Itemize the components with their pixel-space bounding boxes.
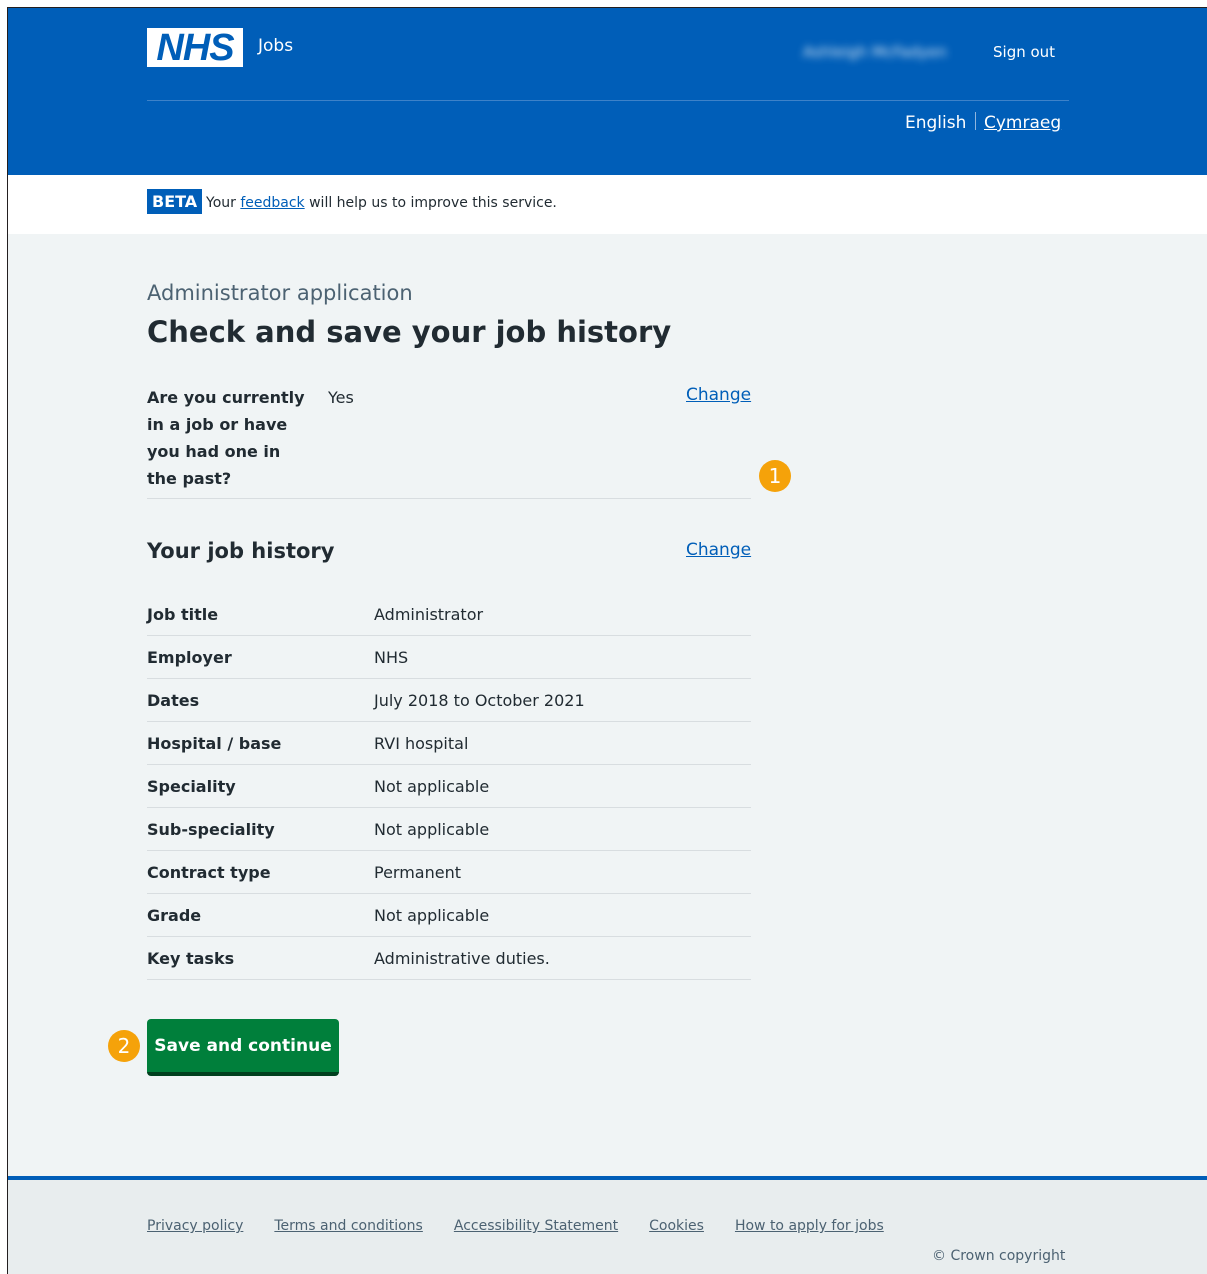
language-switch-link[interactable]: Cymraeg [984, 113, 1061, 133]
table-row: Employer NHS [147, 636, 751, 679]
row-value: Permanent [374, 862, 462, 882]
row-value: RVI hospital [374, 733, 469, 753]
save-and-continue-button[interactable]: Save and continue [147, 1019, 339, 1076]
row-value: Not applicable [374, 905, 490, 925]
footer-link-accessibility[interactable]: Accessibility Statement [454, 1218, 618, 1234]
beta-tag: BETA [147, 189, 203, 214]
table-row: Hospital / base RVI hospital [147, 722, 751, 765]
footer-link-terms[interactable]: Terms and conditions [274, 1218, 423, 1234]
current-job-question: Are you currently in a job or have you h… [147, 388, 305, 488]
row-key: Grade [147, 905, 202, 925]
row-key: Key tasks [147, 948, 235, 968]
table-row: Speciality Not applicable [147, 765, 751, 808]
service-name[interactable]: Jobs [258, 36, 293, 56]
change-current-job-link[interactable]: Change [686, 385, 751, 405]
row-key: Sub-speciality [147, 819, 275, 839]
header-divider [147, 100, 1069, 101]
row-value: Not applicable [374, 819, 490, 839]
site-header: NHS Jobs Ashleigh McFadyen Sign out Engl… [8, 8, 1207, 175]
sign-out-link[interactable]: Sign out [993, 43, 1055, 61]
row-key: Speciality [147, 776, 236, 796]
nhs-logo[interactable]: NHS [147, 28, 243, 67]
page-caption: Administrator application [147, 281, 413, 305]
table-row: Grade Not applicable [147, 894, 751, 937]
beta-banner: BETA Your feedback will help us to impro… [8, 175, 1207, 234]
beta-banner-text: Your feedback will help us to improve th… [206, 195, 557, 211]
language-separator [975, 112, 976, 130]
row-key: Employer [147, 647, 232, 667]
feedback-link[interactable]: feedback [240, 195, 304, 211]
copyright: © Crown copyright [932, 1248, 1066, 1264]
change-job-history-link[interactable]: Change [686, 540, 751, 560]
user-name: Ashleigh McFadyen [803, 43, 947, 61]
current-job-answer: Yes [328, 388, 354, 407]
footer-links: Privacy policy Terms and conditions Acce… [147, 1218, 884, 1234]
row-value: NHS [374, 647, 409, 667]
callout-badge-1: 1 [759, 460, 791, 492]
site-footer: Privacy policy Terms and conditions Acce… [8, 1176, 1207, 1274]
row-key: Dates [147, 690, 200, 710]
table-row: Dates July 2018 to October 2021 [147, 679, 751, 722]
row-value: Administrative duties. [374, 948, 550, 968]
table-row: Sub-speciality Not applicable [147, 808, 751, 851]
beta-text-after: will help us to improve this service. [309, 195, 557, 211]
table-row: Job title Administrator [147, 593, 751, 636]
job-history-list: Job title Administrator Employer NHS Dat… [147, 593, 751, 980]
footer-link-how-to-apply[interactable]: How to apply for jobs [735, 1218, 884, 1234]
table-row: Key tasks Administrative duties. [147, 937, 751, 980]
language-current: English [905, 113, 967, 133]
beta-text-before: Your [206, 195, 236, 211]
row-value: Administrator [374, 604, 484, 624]
footer-link-cookies[interactable]: Cookies [649, 1218, 704, 1234]
page-frame: NHS Jobs Ashleigh McFadyen Sign out Engl… [7, 7, 1207, 1274]
nhs-logo-text: NHS [156, 26, 234, 69]
row-key: Hospital / base [147, 733, 282, 753]
job-history-heading: Your job history [147, 539, 335, 563]
row-value: Not applicable [374, 776, 490, 796]
row-key: Contract type [147, 862, 271, 882]
table-row: Contract type Permanent [147, 851, 751, 894]
row-key: Job title [147, 604, 219, 624]
row-value: July 2018 to October 2021 [374, 690, 585, 710]
page-title: Check and save your job history [147, 315, 672, 349]
callout-badge-2: 2 [108, 1030, 140, 1062]
question-divider [147, 498, 751, 499]
footer-link-privacy[interactable]: Privacy policy [147, 1218, 243, 1234]
